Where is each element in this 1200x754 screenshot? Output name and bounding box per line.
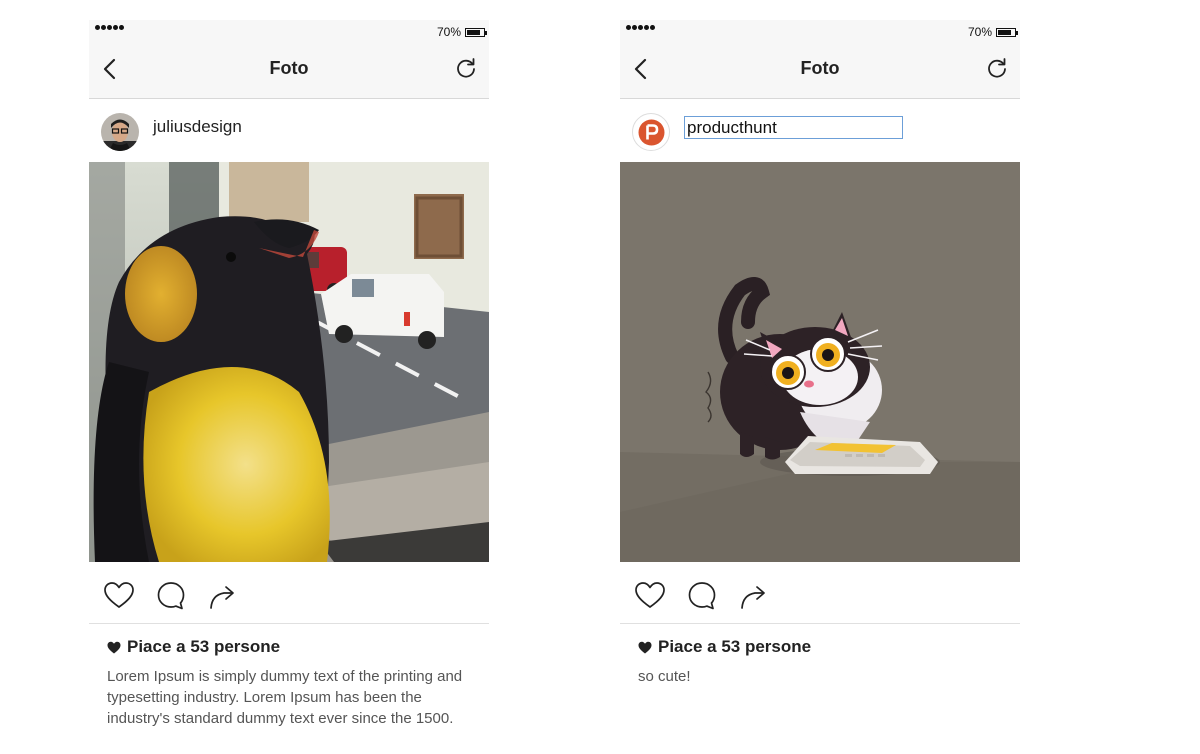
post-header <box>620 99 1020 162</box>
refresh-icon[interactable] <box>984 55 1010 81</box>
comment-icon[interactable] <box>686 580 718 612</box>
status-bar: 70% <box>89 20 489 44</box>
likes-text: Piace a 53 persone <box>127 637 281 656</box>
signal-icon <box>95 25 124 30</box>
username[interactable]: juliusdesign <box>153 117 242 137</box>
post-caption: Lorem Ipsum is simply dummy text of the … <box>107 668 463 727</box>
post-caption: so cute! <box>638 668 691 685</box>
divider <box>620 623 1020 624</box>
nav-bar: Foto <box>620 44 1020 99</box>
battery-icon <box>465 27 487 37</box>
avatar[interactable] <box>101 113 139 151</box>
share-icon[interactable] <box>207 580 239 612</box>
refresh-icon[interactable] <box>453 55 479 81</box>
heart-icon[interactable] <box>634 580 666 612</box>
avatar[interactable] <box>632 113 670 151</box>
post-photo[interactable] <box>620 162 1020 562</box>
battery-percent: 70% <box>967 25 992 39</box>
comment-icon[interactable] <box>155 580 187 612</box>
page-title: Foto <box>269 58 309 78</box>
share-icon[interactable] <box>738 580 770 612</box>
post-screen-right: 70% Foto producthunt Piace a 53 persone … <box>620 20 1020 754</box>
likes-text: Piace a 53 persone <box>658 637 812 656</box>
status-bar: 70% <box>620 20 1020 44</box>
battery-percent: 70% <box>436 25 461 39</box>
likes-count: Piace a 53 persone <box>107 637 280 657</box>
heart-icon[interactable] <box>103 580 135 612</box>
likes-count: Piace a 53 persone <box>638 637 811 657</box>
page-title: Foto <box>800 58 840 78</box>
post-screen-left: 70% Foto juliusdesign Piace a 53 persone… <box>89 20 489 754</box>
producthunt-logo-icon <box>638 119 665 146</box>
small-heart-icon <box>638 641 652 653</box>
divider <box>89 623 489 624</box>
post-actions <box>89 580 489 624</box>
username-input[interactable] <box>684 116 903 139</box>
nav-bar: Foto <box>89 44 489 99</box>
post-header: juliusdesign <box>89 99 489 162</box>
battery-icon <box>996 27 1018 37</box>
signal-icon <box>626 25 655 30</box>
post-photo[interactable] <box>89 162 489 562</box>
small-heart-icon <box>107 641 121 653</box>
post-actions <box>620 580 1020 624</box>
